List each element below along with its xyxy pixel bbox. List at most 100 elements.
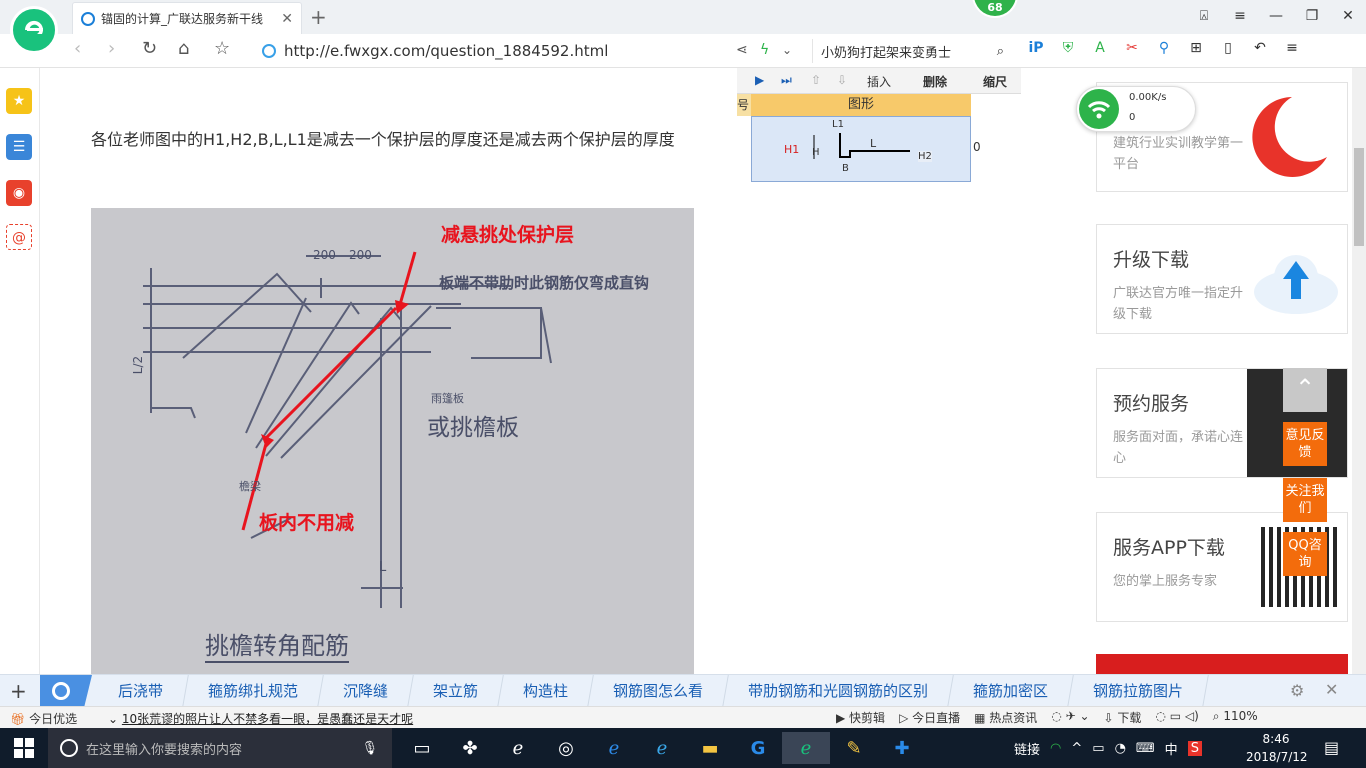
- snippet-insert: 插入: [867, 75, 892, 89]
- share-icon[interactable]: ⋖: [736, 42, 748, 58]
- keyword-label: 箍筋绑扎规范: [208, 682, 299, 700]
- windows-start-icon[interactable]: [14, 738, 34, 761]
- taskbar: 在这里输入你要搜索的内容 🎙︎ ▭ ✤ ℯ ◎ ℯ ℯ ▬ G ℯ ✎ ✚ 链接…: [0, 728, 1366, 768]
- star-icon[interactable]: ☆: [214, 38, 230, 59]
- add-icon[interactable]: +: [10, 679, 27, 703]
- task-view-icon[interactable]: ▭: [398, 732, 446, 764]
- keyword-link[interactable]: 沉降缝: [318, 675, 414, 707]
- refresh-icon[interactable]: ↻: [142, 38, 157, 59]
- shirt-icon[interactable]: ⍓: [1186, 0, 1222, 34]
- browser-tab[interactable]: 锚固的计算_广联达服务新干线 ✕: [72, 2, 302, 34]
- edge-icon[interactable]: ℯ: [590, 732, 638, 764]
- keyword-link[interactable]: 后浇带: [93, 675, 189, 707]
- notification-icon[interactable]: ▤: [1324, 738, 1339, 757]
- ie-blue-icon[interactable]: ℯ: [638, 732, 686, 764]
- hot-news-item[interactable]: ▦ 热点资讯: [974, 709, 1037, 726]
- snippet-l1: L1: [832, 119, 844, 130]
- weibo-icon[interactable]: ◉: [6, 180, 32, 206]
- back-to-top-icon[interactable]: ⌃: [1283, 368, 1327, 412]
- notes-icon[interactable]: ✎: [830, 732, 878, 764]
- chevron-down-icon[interactable]: ⌄: [782, 43, 792, 57]
- snippet-h1: H1: [784, 143, 800, 156]
- apps-icon[interactable]: ⊞: [1184, 40, 1208, 56]
- card-upgrade[interactable]: 升级下载 广联达官方唯一指定升级下载: [1096, 224, 1348, 334]
- keyword-search-icon[interactable]: [40, 675, 92, 707]
- browser-taskbar-icon[interactable]: ℯ: [782, 732, 830, 764]
- feedback-button[interactable]: 意见反馈: [1283, 422, 1327, 466]
- undo-icon[interactable]: ↶: [1248, 40, 1272, 56]
- gear-icon[interactable]: ⚙: [1290, 681, 1304, 700]
- magnifier-icon[interactable]: ⚲: [1152, 40, 1176, 56]
- keyword-link[interactable]: 钢筋图怎么看: [588, 675, 729, 707]
- keyword-label: 构造柱: [523, 682, 569, 700]
- keyword-link[interactable]: 箍筋绑扎规范: [183, 675, 324, 707]
- news-ticker[interactable]: ⌄ 10张荒谬的照片让人不禁多看一眼，是愚蠢还是天才呢: [108, 710, 413, 727]
- today-pick[interactable]: 🎁︎ 今日优选: [10, 710, 77, 727]
- close-window-icon[interactable]: ✕: [1330, 0, 1366, 34]
- favorites-star-icon[interactable]: ★: [6, 88, 32, 114]
- download-item[interactable]: ⇩ 下载: [1104, 709, 1142, 726]
- scrollbar-thumb[interactable]: [1354, 148, 1364, 246]
- quick-edit-item[interactable]: ▶ 快剪辑: [836, 709, 885, 726]
- live-item[interactable]: ▷ 今日直播: [899, 709, 960, 726]
- ie-icon[interactable]: ℯ: [494, 732, 542, 764]
- dim-l: L: [379, 560, 387, 575]
- wifi-widget[interactable]: 0.00K/s 0: [1076, 86, 1196, 132]
- keyword-link[interactable]: 带肋钢筋和光圆钢筋的区别: [723, 675, 954, 707]
- battery-icon[interactable]: ▭: [1092, 741, 1104, 756]
- keyword-link[interactable]: 钢筋拉筋图片: [1068, 675, 1209, 707]
- phone-icon[interactable]: ▯: [1216, 40, 1240, 56]
- search-input[interactable]: 小奶狗打起架来变勇士 ⌕: [812, 39, 1012, 63]
- ip-icon[interactable]: iP: [1024, 40, 1048, 56]
- zoom-level[interactable]: ⌕ 110%: [1213, 709, 1258, 726]
- folder-icon[interactable]: ▬: [686, 732, 734, 764]
- plus-app-icon[interactable]: ✚: [878, 732, 926, 764]
- scissors-icon[interactable]: ✂: [1120, 40, 1144, 56]
- back-icon[interactable]: ‹: [74, 38, 81, 59]
- keyword-link[interactable]: 架立筋: [408, 675, 504, 707]
- dim-l-half: L/2: [131, 355, 146, 375]
- network-icon[interactable]: ◔: [1115, 741, 1126, 756]
- score-badge[interactable]: 68: [972, 0, 1018, 18]
- lang-indicator[interactable]: 中: [1165, 739, 1178, 758]
- fan-icon[interactable]: ✤: [446, 732, 494, 764]
- keyword-bar: + 后浇带 箍筋绑扎规范 沉降缝 架立筋 构造柱 钢筋图怎么看 带肋钢筋和光圆钢筋的区别 箍筋…: [0, 674, 1366, 707]
- sogou-icon[interactable]: S: [1187, 740, 1202, 756]
- follow-us-button[interactable]: 关注我们: [1283, 478, 1327, 522]
- wifi-tray-icon[interactable]: ◠: [1050, 741, 1061, 756]
- address-bar[interactable]: http://e.fwxgx.com/question_1884592.html: [262, 42, 608, 60]
- clock[interactable]: 8:46 2018/7/12: [1246, 730, 1308, 766]
- close-icon[interactable]: ✕: [1325, 680, 1338, 699]
- browser-logo-icon[interactable]: [10, 6, 58, 54]
- link-label[interactable]: 链接: [1014, 739, 1040, 758]
- reader-icon[interactable]: ☰: [6, 134, 32, 160]
- mail-icon[interactable]: @: [6, 224, 32, 250]
- down-icon: ⇩: [837, 73, 848, 87]
- mic-icon[interactable]: 🎙︎: [361, 741, 378, 756]
- translate-icon[interactable]: A: [1088, 40, 1112, 56]
- qq-consult-button[interactable]: QQ咨询: [1283, 532, 1327, 576]
- shield-icon[interactable]: ⛨: [1056, 40, 1080, 56]
- g-app-icon[interactable]: G: [734, 732, 782, 764]
- search-icon[interactable]: ⌕: [997, 44, 1004, 59]
- taskbar-search[interactable]: 在这里输入你要搜索的内容 🎙︎: [48, 728, 392, 768]
- tray-chevron-icon[interactable]: ^: [1071, 741, 1082, 756]
- home-icon[interactable]: ⌂: [178, 38, 189, 59]
- drawing-note: 板端不带肋时此钢筋仅弯成直钩: [439, 274, 650, 292]
- promo-banner[interactable]: [1096, 654, 1348, 674]
- forward-icon[interactable]: ›: [108, 38, 115, 59]
- keyword-label: 架立筋: [433, 682, 479, 700]
- vertical-scrollbar[interactable]: [1352, 68, 1366, 674]
- swirl-app-icon[interactable]: ◎: [542, 732, 590, 764]
- keyword-link[interactable]: 构造柱: [498, 675, 594, 707]
- new-tab-button[interactable]: +: [310, 5, 327, 29]
- tab-close-icon[interactable]: ✕: [281, 11, 293, 27]
- bolt-icon[interactable]: ϟ: [760, 42, 769, 58]
- keyword-link[interactable]: 箍筋加密区: [948, 675, 1074, 707]
- drawing-side-small: 雨篷板: [431, 392, 464, 405]
- keyboard-icon[interactable]: ⌨: [1136, 741, 1155, 756]
- more-icon[interactable]: ≡: [1280, 40, 1304, 56]
- menu-icon[interactable]: ≡: [1222, 0, 1258, 34]
- restore-icon[interactable]: ❐: [1294, 0, 1330, 34]
- minimize-icon[interactable]: —: [1258, 0, 1294, 34]
